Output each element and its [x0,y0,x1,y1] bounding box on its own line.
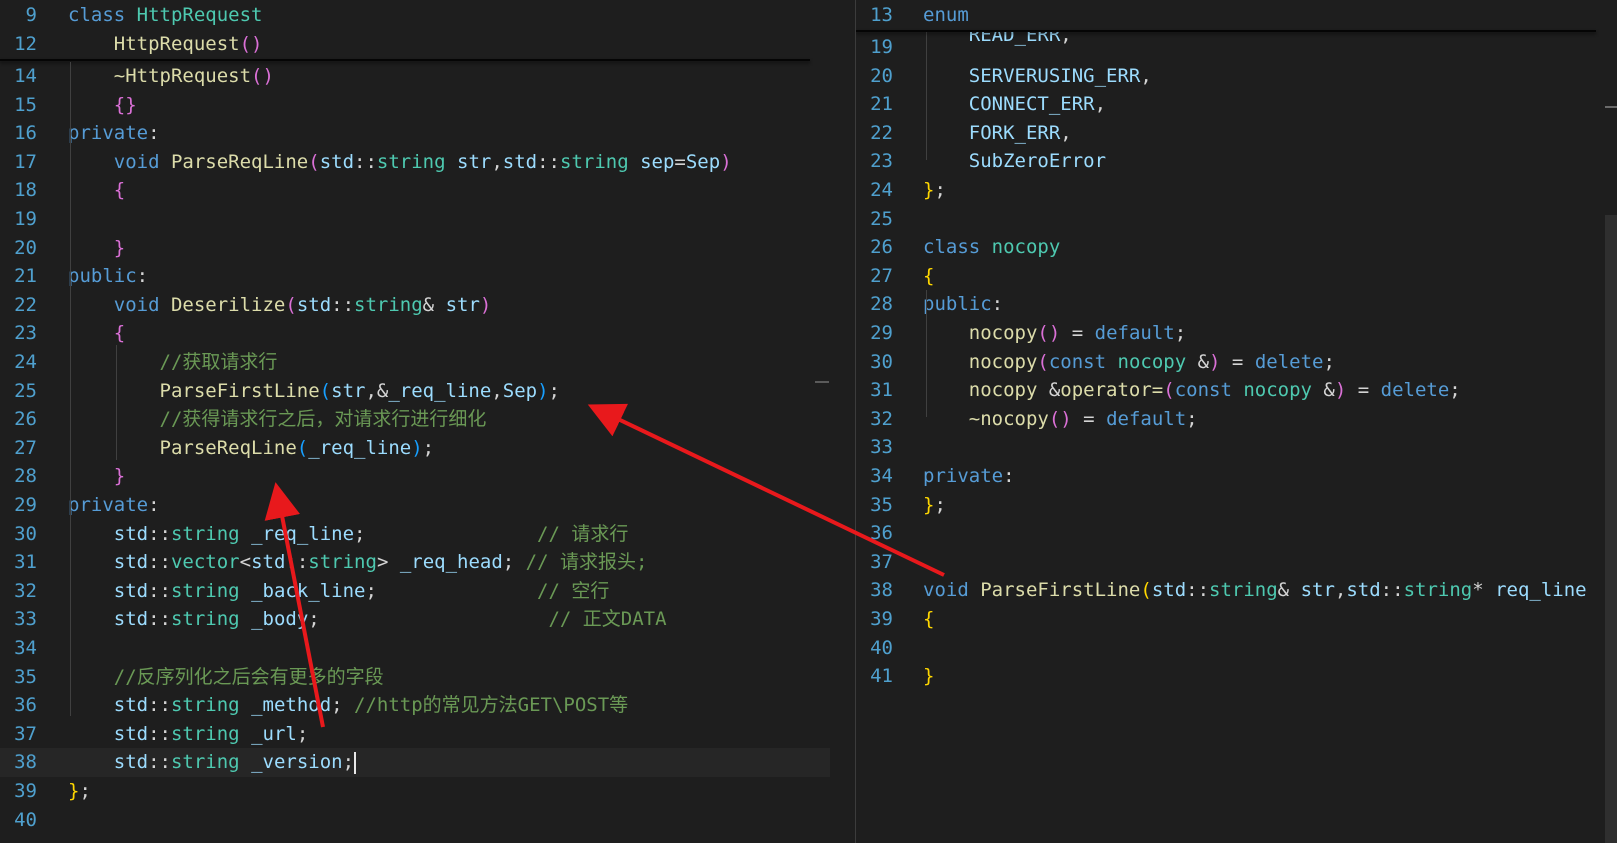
arrow-to-parsereqline-call [264,482,325,728]
annotation-arrows [264,403,945,728]
arrow-to-parsefirstline-call [587,403,945,577]
